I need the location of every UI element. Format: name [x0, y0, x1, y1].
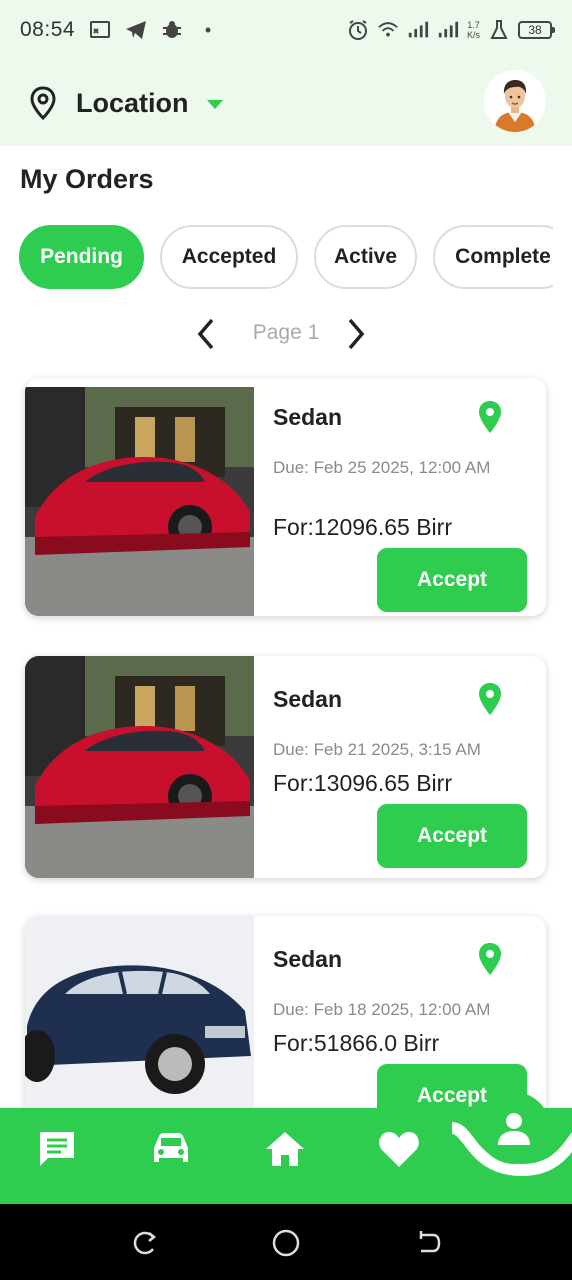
order-price: For:12096.65 Birr [273, 514, 452, 540]
bug-icon [161, 19, 183, 41]
map-pin-icon[interactable] [477, 682, 503, 716]
location-selector[interactable]: Location [28, 86, 223, 121]
order-title: Sedan [273, 404, 343, 430]
map-pin-icon[interactable] [477, 400, 503, 434]
heart-icon[interactable] [376, 1126, 422, 1172]
accept-button[interactable]: Accept [377, 548, 527, 612]
recent-apps-icon[interactable] [128, 1228, 158, 1258]
car-image [25, 916, 254, 1126]
chat-icon[interactable] [34, 1126, 80, 1172]
back-icon[interactable] [414, 1228, 444, 1258]
order-title: Sedan [273, 686, 343, 712]
network-speed-unit: K/s [466, 30, 480, 40]
status-time: 08:54 [20, 18, 76, 41]
home-icon[interactable] [262, 1126, 308, 1172]
alarm-icon [347, 19, 369, 41]
tab-accepted[interactable]: Accepted [160, 225, 298, 289]
accept-button[interactable]: Accept [377, 804, 527, 868]
order-due-date: Due: Feb 18 2025, 12:00 AM [273, 1000, 491, 1019]
beaker-icon [488, 19, 510, 41]
app-header: Location [0, 60, 572, 146]
order-due-date: Due: Feb 21 2025, 3:15 AM [273, 740, 481, 759]
screen-cast-icon [89, 19, 111, 41]
system-navigation [0, 1204, 572, 1280]
home-circle-icon[interactable] [271, 1228, 301, 1258]
map-pin-icon[interactable] [477, 942, 503, 976]
telegram-icon [125, 19, 147, 41]
avatar[interactable] [484, 70, 546, 132]
page-title: My Orders [20, 164, 154, 194]
user-icon[interactable] [478, 1092, 550, 1164]
order-card[interactable]: Sedan Due: Feb 18 2025, 12:00 AM For:518… [25, 916, 546, 1126]
pager: Page 1 [0, 312, 572, 356]
order-due-date: Due: Feb 25 2025, 12:00 AM [273, 458, 491, 477]
chevron-right-icon[interactable] [342, 314, 370, 354]
page-label: Page 1 [252, 321, 320, 344]
tab-complete[interactable]: Complete [433, 225, 553, 289]
order-status-tabs: Pending Accepted Active Complete [19, 225, 553, 289]
car-icon[interactable] [148, 1126, 194, 1172]
signal-icon [407, 19, 429, 41]
status-bar: 08:54 • 1.7 K/s 38 [0, 0, 572, 60]
order-price: For:51866.0 Birr [273, 1030, 440, 1056]
network-speed: 1.7 K/s [467, 20, 480, 40]
location-label: Location [76, 87, 189, 118]
notification-dot: • [204, 19, 212, 40]
map-pin-icon [28, 86, 58, 121]
tab-pending[interactable]: Pending [19, 225, 144, 289]
chevron-left-icon[interactable] [192, 314, 220, 354]
signal-icon [437, 19, 459, 41]
order-card[interactable]: Sedan Due: Feb 21 2025, 3:15 AM For:1309… [25, 656, 546, 878]
tab-active[interactable]: Active [314, 225, 417, 289]
order-price: For:13096.65 Birr [273, 770, 452, 796]
order-title: Sedan [273, 946, 343, 972]
battery-icon: 38 [518, 21, 555, 39]
car-image [25, 656, 254, 878]
network-speed-value: 1.7 [467, 20, 480, 30]
car-image [25, 387, 254, 616]
wifi-icon [377, 19, 399, 41]
order-card[interactable]: Sedan Due: Feb 25 2025, 12:00 AM For:120… [25, 378, 546, 616]
caret-down-icon [206, 99, 223, 109]
